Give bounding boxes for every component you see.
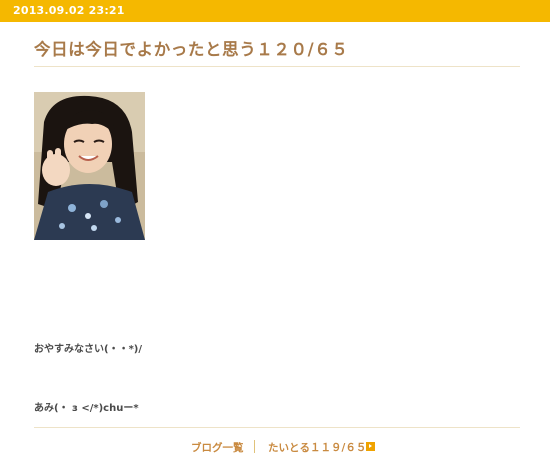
body-text-line-2: あみ(・ з </*)chuー*: [34, 403, 139, 414]
entry-date: 2013.09.02 23:21: [13, 4, 125, 17]
previous-entry-link[interactable]: たいとる１１９/６５: [268, 440, 366, 455]
body-text-line-1: おやすみなさい(・・*)/: [34, 344, 143, 355]
arrow-right-icon[interactable]: [366, 442, 375, 451]
date-bar: 2013.09.02 23:21: [0, 0, 550, 22]
title-divider: [34, 66, 520, 67]
entry-title: 今日は今日でよかったと思う１２０/６５: [34, 40, 349, 59]
photo-image: [34, 92, 145, 240]
entry-photo[interactable]: [34, 92, 145, 240]
blog-list-link[interactable]: ブログ一覧: [191, 440, 244, 455]
nav-separator: [254, 440, 255, 453]
entry-navigation: ブログ一覧 たいとる１１９/６５: [0, 440, 560, 454]
footer-divider: [34, 427, 520, 428]
